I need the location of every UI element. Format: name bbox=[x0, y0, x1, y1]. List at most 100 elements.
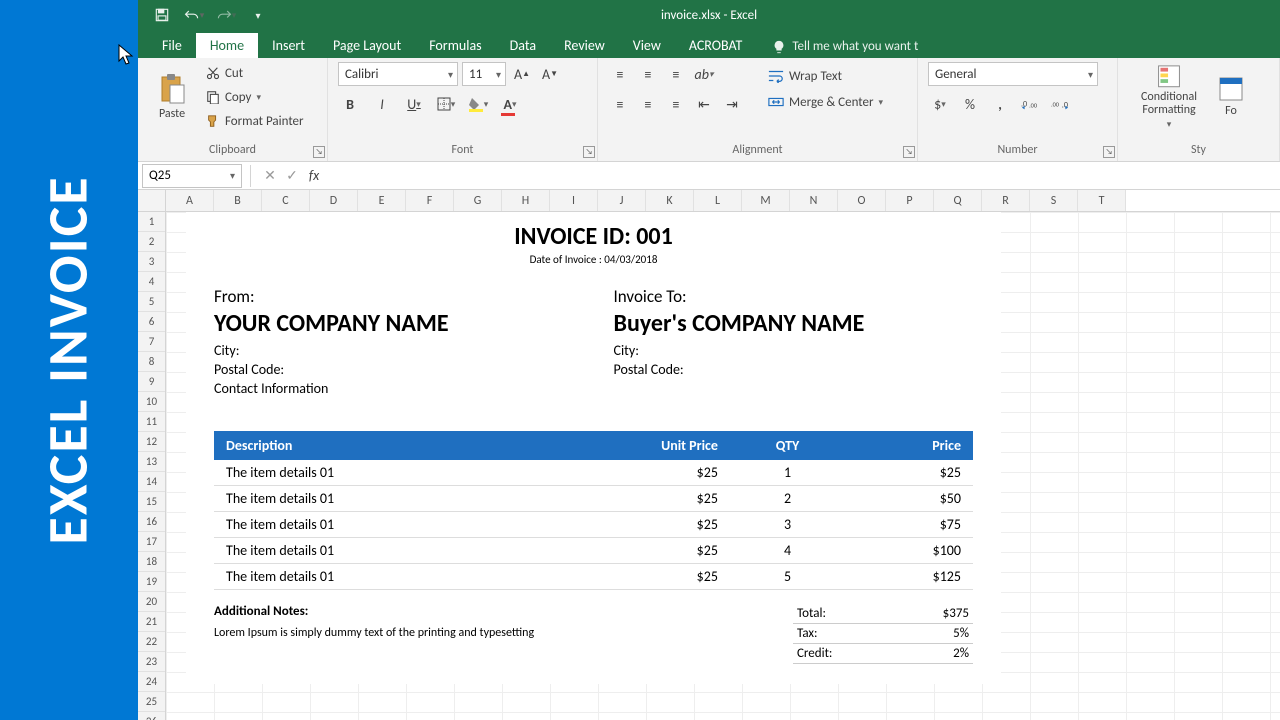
paste-button[interactable]: Paste bbox=[148, 62, 196, 132]
worksheet[interactable]: 1234567891011121314151617181920212223242… bbox=[138, 190, 1280, 720]
row-header[interactable]: 25 bbox=[138, 692, 165, 712]
column-header[interactable]: K bbox=[646, 190, 694, 211]
wrap-text-button[interactable]: Wrap Text bbox=[762, 65, 889, 87]
row-header[interactable]: 21 bbox=[138, 612, 165, 632]
table-cell[interactable]: $125 bbox=[845, 563, 973, 589]
accounting-format-button[interactable]: $ bbox=[928, 92, 952, 116]
increase-indent-icon[interactable]: ⇥ bbox=[720, 92, 744, 116]
column-header[interactable]: O bbox=[838, 190, 886, 211]
increase-decimal-icon[interactable]: .0.00 bbox=[1018, 92, 1042, 116]
tab-file[interactable]: File bbox=[148, 33, 196, 58]
borders-button[interactable] bbox=[434, 92, 458, 116]
format-as-table-button[interactable]: Fo bbox=[1214, 62, 1248, 132]
number-format-select[interactable]: General bbox=[928, 62, 1098, 86]
font-name-select[interactable]: Calibri bbox=[338, 62, 458, 86]
column-header[interactable]: D bbox=[310, 190, 358, 211]
align-middle-icon[interactable]: ≡ bbox=[636, 62, 660, 86]
align-top-icon[interactable]: ≡ bbox=[608, 62, 632, 86]
table-cell[interactable]: The item details 01 bbox=[214, 511, 534, 537]
row-header[interactable]: 26 bbox=[138, 712, 165, 720]
italic-button[interactable]: I bbox=[370, 92, 394, 116]
redo-icon[interactable] bbox=[212, 3, 240, 27]
tab-home[interactable]: Home bbox=[196, 33, 258, 58]
table-cell[interactable]: $25 bbox=[534, 511, 730, 537]
column-header[interactable]: S bbox=[1030, 190, 1078, 211]
decrease-font-icon[interactable]: A▼ bbox=[538, 62, 562, 86]
number-dialog-launcher[interactable] bbox=[1103, 146, 1115, 158]
row-header[interactable]: 19 bbox=[138, 572, 165, 592]
row-header[interactable]: 1 bbox=[138, 212, 165, 232]
fill-color-button[interactable] bbox=[466, 92, 490, 116]
save-icon[interactable] bbox=[148, 3, 176, 27]
tab-data[interactable]: Data bbox=[496, 33, 550, 58]
table-cell[interactable]: 2 bbox=[730, 485, 845, 511]
column-header[interactable]: T bbox=[1078, 190, 1126, 211]
fx-icon[interactable]: fx bbox=[303, 167, 325, 184]
table-cell[interactable]: The item details 01 bbox=[214, 485, 534, 511]
column-header[interactable]: J bbox=[598, 190, 646, 211]
align-bottom-icon[interactable]: ≡ bbox=[664, 62, 688, 86]
format-painter-button[interactable]: Format Painter bbox=[200, 110, 310, 132]
table-cell[interactable]: $25 bbox=[845, 460, 973, 486]
decrease-decimal-icon[interactable]: .00.0 bbox=[1048, 92, 1072, 116]
font-color-button[interactable]: A bbox=[498, 92, 522, 116]
row-header[interactable]: 23 bbox=[138, 652, 165, 672]
row-header[interactable]: 13 bbox=[138, 452, 165, 472]
alignment-dialog-launcher[interactable] bbox=[903, 146, 915, 158]
table-cell[interactable]: $25 bbox=[534, 537, 730, 563]
row-header[interactable]: 4 bbox=[138, 272, 165, 292]
row-header[interactable]: 12 bbox=[138, 432, 165, 452]
column-header[interactable]: F bbox=[406, 190, 454, 211]
table-cell[interactable]: The item details 01 bbox=[214, 537, 534, 563]
customize-qat-icon[interactable]: ▾ bbox=[244, 3, 272, 27]
conditional-formatting-button[interactable]: Conditional Formatting bbox=[1128, 62, 1210, 132]
table-cell[interactable]: $100 bbox=[845, 537, 973, 563]
row-header[interactable]: 14 bbox=[138, 472, 165, 492]
align-center-icon[interactable]: ≡ bbox=[636, 92, 660, 116]
tab-view[interactable]: View bbox=[619, 33, 675, 58]
row-header[interactable]: 9 bbox=[138, 372, 165, 392]
row-header[interactable]: 7 bbox=[138, 332, 165, 352]
font-size-select[interactable]: 11 bbox=[462, 62, 506, 86]
row-header[interactable]: 2 bbox=[138, 232, 165, 252]
column-header[interactable]: R bbox=[982, 190, 1030, 211]
column-header[interactable]: P bbox=[886, 190, 934, 211]
orientation-icon[interactable]: ab bbox=[692, 62, 716, 86]
tab-insert[interactable]: Insert bbox=[258, 33, 319, 58]
name-box[interactable]: Q25 bbox=[142, 164, 242, 188]
table-cell[interactable]: The item details 01 bbox=[214, 563, 534, 589]
tell-me[interactable]: Tell me what you want t bbox=[766, 35, 924, 58]
row-header[interactable]: 24 bbox=[138, 672, 165, 692]
row-header[interactable]: 3 bbox=[138, 252, 165, 272]
decrease-indent-icon[interactable]: ⇤ bbox=[692, 92, 716, 116]
column-header[interactable]: M bbox=[742, 190, 790, 211]
tab-page-layout[interactable]: Page Layout bbox=[319, 33, 415, 58]
column-header[interactable]: Q bbox=[934, 190, 982, 211]
merge-center-button[interactable]: Merge & Center bbox=[762, 91, 889, 113]
row-header[interactable]: 18 bbox=[138, 552, 165, 572]
cut-button[interactable]: Cut bbox=[200, 62, 310, 84]
bold-button[interactable]: B bbox=[338, 92, 362, 116]
column-header[interactable]: I bbox=[550, 190, 598, 211]
row-header[interactable]: 15 bbox=[138, 492, 165, 512]
tab-formulas[interactable]: Formulas bbox=[415, 33, 495, 58]
column-header[interactable]: H bbox=[502, 190, 550, 211]
row-header[interactable]: 16 bbox=[138, 512, 165, 532]
row-header[interactable]: 11 bbox=[138, 412, 165, 432]
font-dialog-launcher[interactable] bbox=[583, 146, 595, 158]
column-header[interactable]: N bbox=[790, 190, 838, 211]
underline-button[interactable]: U bbox=[402, 92, 426, 116]
table-cell[interactable]: 4 bbox=[730, 537, 845, 563]
align-left-icon[interactable]: ≡ bbox=[608, 92, 632, 116]
table-cell[interactable]: $25 bbox=[534, 485, 730, 511]
table-cell[interactable]: 1 bbox=[730, 460, 845, 486]
undo-icon[interactable] bbox=[180, 3, 208, 27]
table-cell[interactable]: The item details 01 bbox=[214, 460, 534, 486]
align-right-icon[interactable]: ≡ bbox=[664, 92, 688, 116]
row-header[interactable]: 22 bbox=[138, 632, 165, 652]
table-cell[interactable]: 3 bbox=[730, 511, 845, 537]
row-header[interactable]: 10 bbox=[138, 392, 165, 412]
table-cell[interactable]: $75 bbox=[845, 511, 973, 537]
cancel-formula-icon[interactable]: ✕ bbox=[259, 167, 281, 184]
column-header[interactable]: G bbox=[454, 190, 502, 211]
